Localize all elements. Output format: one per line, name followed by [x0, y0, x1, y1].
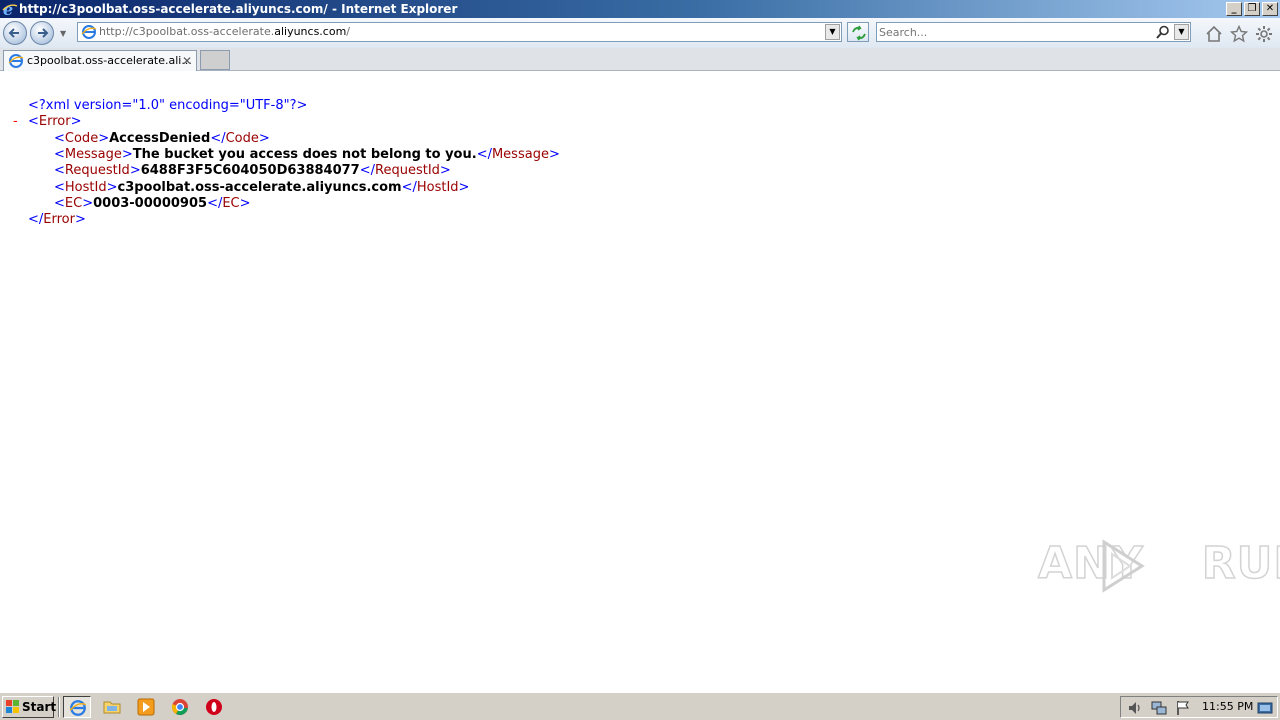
taskbar-app-opera[interactable]: [200, 696, 228, 718]
xml-field-hostid: <HostId>c3poolbat.oss-accelerate.aliyunc…: [54, 179, 470, 195]
chrome-icon: [171, 699, 188, 715]
xml-declaration: <?xml version="1.0" encoding="UTF-8"?>: [28, 98, 308, 113]
minimize-button[interactable]: _: [1226, 2, 1242, 16]
collapse-toggle[interactable]: -: [13, 114, 18, 130]
start-label: Start: [22, 700, 57, 714]
anyrun-watermark: ANYRUN: [1037, 537, 1280, 590]
flag-icon[interactable]: [1175, 700, 1191, 716]
media-player-icon: [137, 698, 155, 716]
search-box[interactable]: ▼: [876, 22, 1191, 42]
forward-arrow-icon: [38, 28, 49, 38]
search-input[interactable]: [879, 24, 1149, 40]
recent-pages-dropdown[interactable]: ▼: [60, 29, 70, 38]
xml-root-close: </Error>: [28, 212, 86, 228]
taskbar-separator: [58, 697, 60, 717]
xml-field-message: <Message>The bucket you access does not …: [54, 146, 560, 162]
compatibility-view-button[interactable]: [847, 22, 869, 42]
page-content: <?xml version="1.0" encoding="UTF-8"?> -…: [0, 72, 1280, 692]
back-button[interactable]: [3, 21, 27, 45]
new-tab-button[interactable]: [200, 50, 230, 70]
tab-title: c3poolbat.oss-accelerate.ali...: [27, 54, 192, 67]
show-desktop-icon[interactable]: [1257, 700, 1273, 716]
home-icon[interactable]: [1205, 25, 1223, 43]
address-bar[interactable]: http://c3poolbat.oss-accelerate.aliyuncs…: [77, 22, 842, 42]
xml-field-ec: <EC>0003-00000905</EC>: [54, 195, 251, 211]
taskbar: Start 11:55 PM: [0, 692, 1280, 720]
navigation-bar: ▼ http://c3poolbat.oss-accelerate.aliyun…: [0, 18, 1280, 48]
taskbar-app-chrome[interactable]: [166, 696, 194, 718]
search-icon[interactable]: [1156, 25, 1170, 39]
tab-current[interactable]: c3poolbat.oss-accelerate.ali... ✕: [3, 50, 197, 71]
xml-root-open: <Error>: [28, 114, 82, 130]
taskbar-app-media-player[interactable]: [132, 696, 160, 718]
back-arrow-icon: [8, 28, 19, 38]
page-icon: [81, 25, 97, 39]
clock[interactable]: 11:55 PM: [1202, 697, 1253, 717]
opera-icon: [206, 699, 222, 715]
internet-explorer-icon: e: [2, 1, 18, 17]
close-tab-icon[interactable]: ✕: [182, 51, 192, 71]
taskbar-app-explorer[interactable]: [98, 696, 126, 718]
forward-button[interactable]: [30, 21, 54, 45]
start-button[interactable]: Start: [2, 696, 57, 718]
url-text[interactable]: http://c3poolbat.oss-accelerate.aliyuncs…: [99, 23, 350, 41]
favorites-star-icon[interactable]: [1230, 25, 1248, 43]
play-triangle-icon: [1102, 539, 1145, 593]
windows-flag-icon: [6, 700, 19, 713]
search-provider-dropdown[interactable]: ▼: [1174, 24, 1189, 40]
xml-field-code: <Code>AccessDenied</Code>: [54, 130, 270, 146]
internet-explorer-icon: [69, 700, 87, 716]
gear-icon[interactable]: [1255, 25, 1273, 43]
xml-field-requestid: <RequestId>6488F3F5C604050D63884077</Req…: [54, 163, 451, 179]
window-title: http://c3poolbat.oss-accelerate.aliyuncs…: [19, 2, 458, 16]
volume-icon[interactable]: [1127, 700, 1143, 716]
page-icon: [8, 54, 24, 68]
restore-button[interactable]: ❐: [1244, 2, 1260, 16]
close-button[interactable]: ✕: [1262, 2, 1278, 16]
title-bar: e http://c3poolbat.oss-accelerate.aliyun…: [0, 0, 1280, 18]
folder-icon: [103, 701, 121, 714]
network-icon[interactable]: [1151, 700, 1167, 716]
tab-bar: c3poolbat.oss-accelerate.ali... ✕: [0, 48, 1280, 71]
system-tray: 11:55 PM: [1120, 696, 1278, 718]
refresh-icon: [852, 25, 866, 41]
address-dropdown[interactable]: ▼: [825, 24, 840, 40]
taskbar-app-internet-explorer[interactable]: [63, 696, 91, 718]
